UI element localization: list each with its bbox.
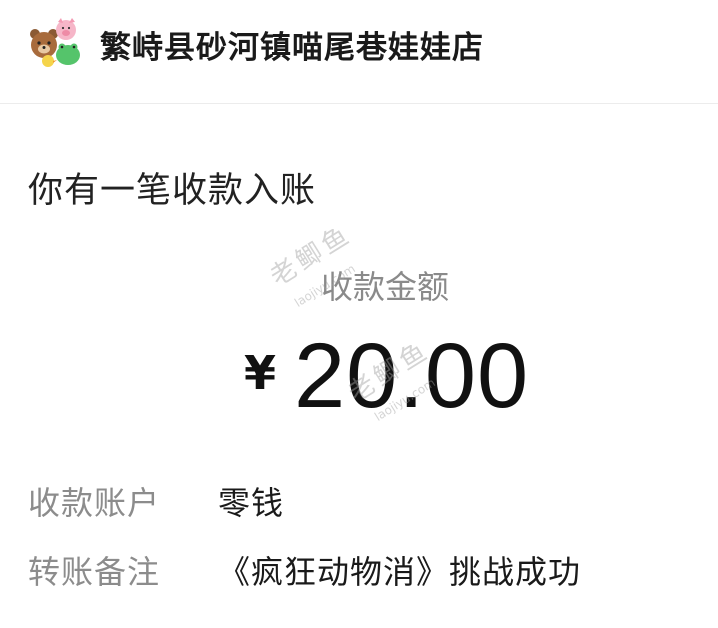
amount-value: 20.00 bbox=[294, 325, 530, 427]
shop-name[interactable]: 繁峙县砂河镇喵尾巷娃娃店 bbox=[100, 22, 484, 67]
remark-label: 转账备注 bbox=[28, 553, 161, 591]
notice-title: 你有一笔收款入账 bbox=[28, 171, 317, 211]
currency-symbol: ¥ bbox=[244, 346, 277, 400]
bear-pig-avatar-icon bbox=[30, 18, 80, 67]
account-value: 零钱 bbox=[218, 484, 285, 522]
remark-value: 《疯狂动物消》挑战成功 bbox=[218, 553, 582, 591]
account-label: 收款账户 bbox=[28, 484, 161, 522]
amount-label: 收款金额 bbox=[320, 268, 449, 306]
header-bar: 繁峙县砂河镇喵尾巷娃娃店 bbox=[0, 0, 718, 104]
shop-avatar[interactable] bbox=[26, 18, 82, 68]
